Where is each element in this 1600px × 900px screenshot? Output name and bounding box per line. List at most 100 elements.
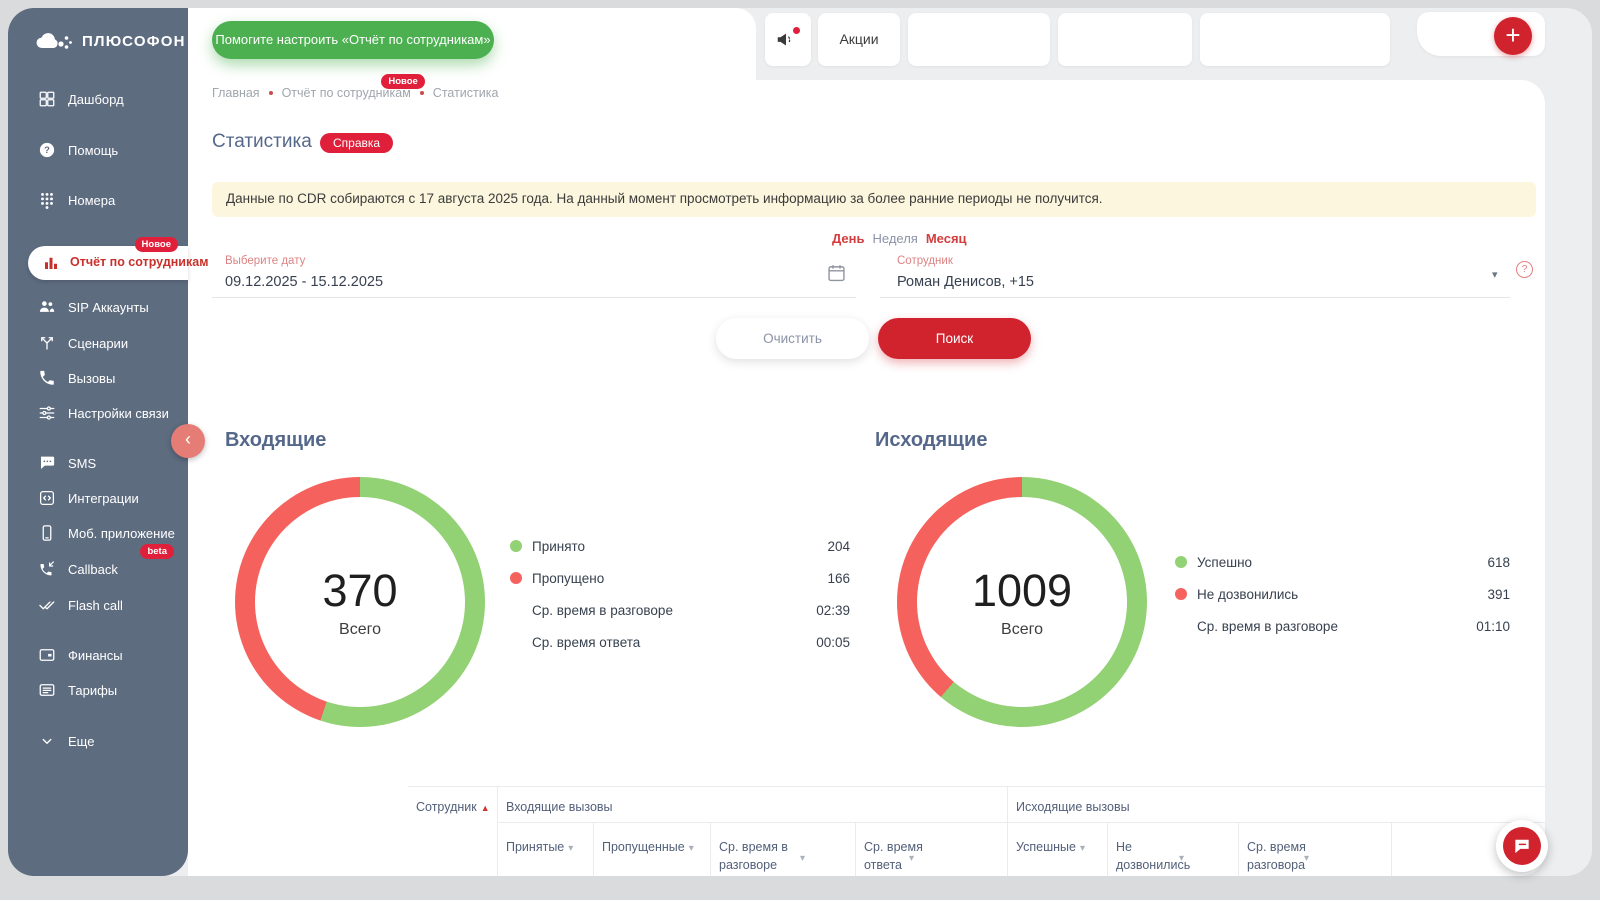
employee-field-value[interactable]: Роман Денисов, +15 (897, 274, 1034, 290)
employee-field-label: Сотрудник (897, 255, 953, 267)
list-icon (38, 681, 56, 699)
tab-day[interactable]: День (832, 231, 865, 246)
col-avg-answer[interactable]: Ср. время ответа▾ (864, 838, 954, 874)
sidebar-item-connection-settings[interactable]: Настройки связи (8, 402, 188, 428)
reference-badge[interactable]: Справка (320, 133, 393, 153)
sidebar-item-employee-report[interactable]: Отчёт по сотрудникам Новое (28, 246, 188, 280)
chat-icon-circle (1503, 827, 1541, 865)
sort-asc-icon[interactable]: ▲ (481, 803, 490, 813)
sidebar-item-label: Интеграции (68, 491, 139, 506)
green-dot-icon (1175, 556, 1187, 568)
search-button[interactable]: Поиск (878, 318, 1031, 359)
stat-row-avg-answer: Ср. время ответа 00:05 (510, 632, 850, 652)
chat-widget-button[interactable] (1496, 820, 1548, 872)
sort-caret-icon[interactable]: ▾ (1080, 843, 1085, 854)
clear-button[interactable]: Очистить (716, 318, 869, 359)
page-title: Статистика (212, 131, 312, 153)
breadcrumb-report[interactable]: Отчёт по сотрудникам Новое (282, 86, 411, 100)
stat-label: Ср. время ответа (532, 635, 816, 650)
breadcrumb-statistics: Статистика (433, 86, 499, 100)
sidebar-item-flash-call[interactable]: Flash call (8, 594, 188, 620)
sidebar-item-scenarios[interactable]: Сценарии (8, 332, 188, 358)
sidebar-collapse-button[interactable]: ‹ (171, 424, 205, 458)
col-not-reached[interactable]: Не дозвонились▾ (1116, 838, 1206, 874)
promos-button[interactable]: Акции (818, 13, 900, 66)
breadcrumb-separator (269, 91, 273, 95)
sidebar-item-callback[interactable]: Callback beta (8, 558, 188, 584)
outgoing-total-label: Всего (1001, 621, 1043, 639)
sidebar-item-finance[interactable]: Финансы (8, 644, 188, 670)
stat-row-avg-talk-out: Ср. время в разговоре 01:10 (1175, 616, 1510, 636)
tab-month[interactable]: Месяц (926, 231, 967, 246)
legend-label: Не дозвонились (1197, 587, 1487, 602)
tab-week[interactable]: Неделя (873, 231, 918, 246)
sidebar-item-label: Тарифы (68, 683, 117, 698)
sort-caret-icon[interactable]: ▾ (568, 843, 573, 854)
topbar-placeholder-card (1058, 13, 1192, 66)
dropdown-caret-icon[interactable]: ▾ (1492, 268, 1498, 281)
stat-value: 00:05 (816, 635, 850, 650)
sort-caret-icon[interactable]: ▾ (1304, 852, 1309, 867)
breadcrumb-home[interactable]: Главная (212, 86, 260, 100)
sort-caret-icon[interactable]: ▾ (909, 852, 914, 867)
sidebar-item-dashboard[interactable]: Дашборд (8, 88, 188, 114)
table-header-employee[interactable]: Сотрудник▲ (416, 798, 490, 816)
notification-dot (793, 27, 800, 34)
table-border (710, 823, 711, 876)
sidebar-item-tariffs[interactable]: Тарифы (8, 679, 188, 705)
tune-icon (38, 404, 56, 422)
date-field-underline (212, 297, 856, 298)
sidebar-item-calls[interactable]: Вызовы (8, 367, 188, 393)
col-missed[interactable]: Пропущенные▾ (602, 838, 702, 857)
col-label: Ср. время в разговоре (719, 840, 788, 872)
employee-field-underline (880, 297, 1510, 298)
sidebar-item-help[interactable]: ? Помощь (8, 139, 188, 165)
sidebar-item-sip-accounts[interactable]: SIP Аккаунты (8, 296, 188, 322)
employees-table: Сотрудник▲ Входящие вызовы Исходящие выз… (408, 786, 1545, 876)
smartphone-icon (38, 524, 56, 542)
sidebar-item-label: Сценарии (68, 336, 128, 351)
sidebar-item-more[interactable]: Еще (8, 730, 188, 756)
date-field-label: Выберите дату (225, 255, 305, 267)
cdr-notice: Данные по CDR собираются с 17 августа 20… (212, 182, 1536, 217)
calendar-icon[interactable] (826, 262, 847, 284)
red-dot-icon (510, 572, 522, 584)
sort-caret-icon[interactable]: ▾ (800, 852, 805, 867)
stat-value: 01:10 (1476, 619, 1510, 634)
outgoing-section-title: Исходящие (875, 429, 987, 452)
col-accepted[interactable]: Принятые▾ (506, 838, 586, 857)
sidebar-item-integrations[interactable]: Интеграции (8, 487, 188, 513)
table-border (1391, 823, 1392, 876)
table-border (1007, 786, 1008, 876)
table-border (1238, 823, 1239, 876)
app-window: Сотрудник▲ Входящие вызовы Исходящие выз… (0, 0, 1600, 900)
sidebar-item-label: Моб. приложение (68, 526, 175, 541)
stat-label: Ср. время в разговоре (532, 603, 816, 618)
chat-icon (1512, 836, 1532, 856)
setup-help-button[interactable]: Помогите настроить «Отчёт по сотрудникам… (212, 21, 494, 59)
sort-caret-icon[interactable]: ▾ (1179, 852, 1184, 867)
announcements-button[interactable] (765, 13, 811, 66)
col-avg-talk-in[interactable]: Ср. время в разговоре ▾ (719, 838, 819, 874)
col-successful[interactable]: Успешные▾ (1016, 838, 1086, 857)
legend-label: Пропущено (532, 571, 827, 586)
date-field-value[interactable]: 09.12.2025 - 15.12.2025 (225, 274, 383, 290)
sort-caret-icon[interactable]: ▾ (689, 843, 694, 854)
dashboard-icon (38, 90, 56, 108)
red-dot-icon (1175, 588, 1187, 600)
help-question-icon[interactable]: ? (1516, 261, 1533, 278)
add-button[interactable]: + (1494, 17, 1532, 55)
sidebar-item-label: Помощь (68, 143, 118, 158)
sidebar-item-sms[interactable]: SMS (8, 452, 188, 478)
table-group-outgoing: Исходящие вызовы (1016, 798, 1130, 816)
outgoing-donut-center: 1009 Всего (917, 497, 1127, 707)
col-label: Ср. время разговора (1247, 840, 1306, 872)
incoming-total: 370 (322, 565, 397, 617)
incoming-donut-center: 370 Всего (255, 497, 465, 707)
table-border (497, 786, 498, 876)
sidebar-item-numbers[interactable]: Номера (8, 189, 188, 215)
sidebar-item-label: SMS (68, 456, 96, 471)
sidebar-item-label: Callback (68, 562, 118, 577)
breadcrumb-separator (420, 91, 424, 95)
col-avg-talk-out[interactable]: Ср. время разговора▾ (1247, 838, 1337, 874)
